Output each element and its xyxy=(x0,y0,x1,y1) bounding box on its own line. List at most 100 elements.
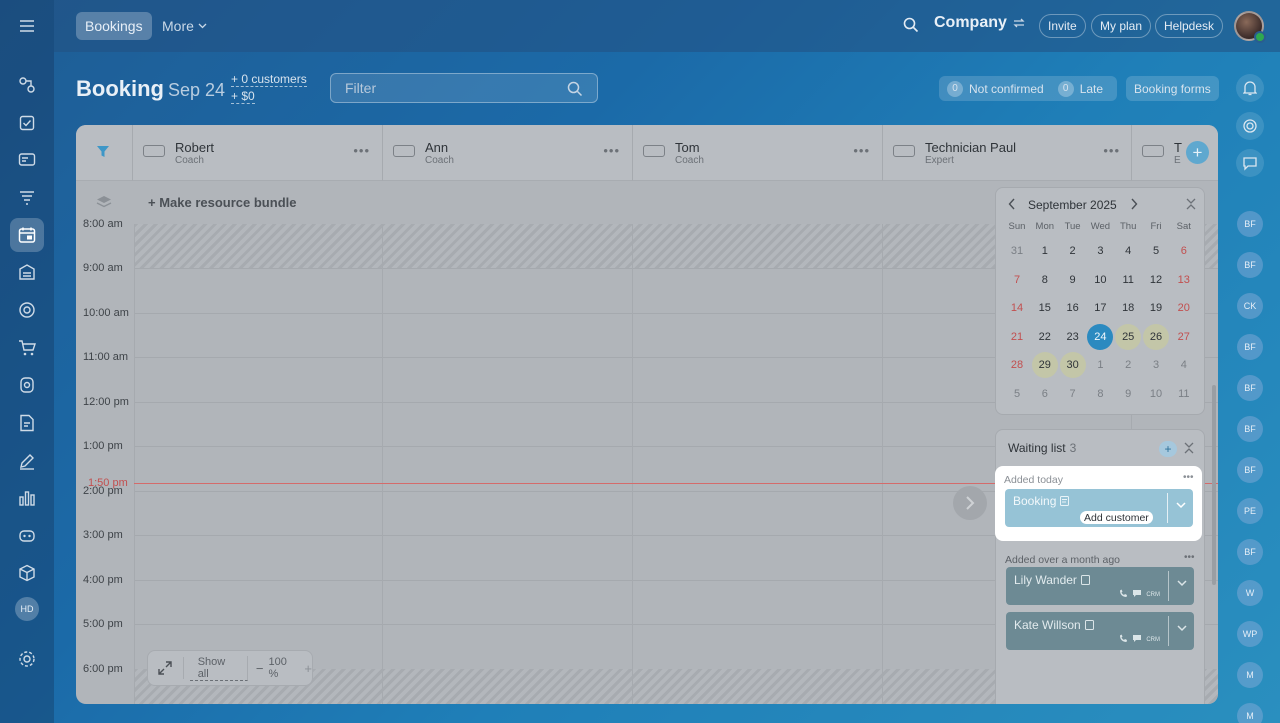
resource-column-header[interactable]: Robert Coach ••• xyxy=(132,125,382,181)
calendar-day[interactable]: 21 xyxy=(1004,324,1030,350)
notifications-bell-icon[interactable] xyxy=(1236,74,1264,102)
calendar-day[interactable]: 2 xyxy=(1060,238,1086,264)
sign-icon[interactable] xyxy=(10,444,44,478)
search-icon[interactable] xyxy=(903,17,919,33)
calendar-day[interactable]: 4 xyxy=(1171,352,1197,378)
resource-column-header[interactable]: TE xyxy=(1131,125,1182,181)
calendar-day[interactable]: 3 xyxy=(1087,238,1113,264)
calendar-day[interactable]: 2 xyxy=(1115,352,1141,378)
waiting-entry[interactable]: Lily Wander CRM xyxy=(1006,567,1194,605)
calendar-day[interactable]: 8 xyxy=(1087,381,1113,407)
add-customer-button[interactable]: Add customer xyxy=(1080,511,1153,524)
calendar-day[interactable]: 10 xyxy=(1087,267,1113,293)
invite-button[interactable]: Invite xyxy=(1039,14,1086,38)
calendar-day[interactable]: 24 xyxy=(1087,323,1114,350)
calendar-day[interactable]: 14 xyxy=(1004,295,1030,321)
tab-more[interactable]: More xyxy=(162,12,207,40)
waiting-entry[interactable]: Kate Willson CRM xyxy=(1006,612,1194,650)
robot-icon[interactable] xyxy=(10,518,44,552)
calendar-day[interactable]: 30 xyxy=(1059,352,1086,378)
calendar-day[interactable]: 7 xyxy=(1060,381,1086,407)
calendar-day[interactable]: 12 xyxy=(1143,267,1169,293)
calendar-day[interactable]: 15 xyxy=(1032,295,1058,321)
cart-icon[interactable] xyxy=(10,331,44,365)
more-dots-icon[interactable]: ••• xyxy=(1183,472,1194,483)
calendar-day[interactable]: 31 xyxy=(1004,238,1030,264)
calendar-day[interactable]: 10 xyxy=(1143,381,1169,407)
filter-input[interactable]: Filter xyxy=(330,73,598,103)
calendar-day[interactable]: 9 xyxy=(1060,267,1086,293)
zoom-out-button[interactable]: − xyxy=(256,661,264,676)
make-resource-bundle-button[interactable]: + Make resource bundle xyxy=(148,195,296,210)
calendar-day[interactable]: 7 xyxy=(1004,267,1030,293)
phone-icon[interactable] xyxy=(1119,634,1128,645)
calendar-day[interactable]: 16 xyxy=(1060,295,1086,321)
contact-avatar[interactable]: PE xyxy=(1237,498,1263,524)
filter-funnel-icon[interactable] xyxy=(96,145,110,158)
booking-waiting-entry[interactable]: Booking Add customer xyxy=(1005,489,1193,527)
contact-avatar[interactable]: BF xyxy=(1237,334,1263,360)
feed-icon[interactable] xyxy=(10,68,44,102)
calendar-day[interactable]: 29 xyxy=(1031,352,1058,378)
store-icon[interactable] xyxy=(10,255,44,289)
phone-icon[interactable] xyxy=(1119,589,1128,600)
copilot-icon[interactable] xyxy=(1236,112,1264,140)
contact-avatar[interactable]: CK xyxy=(1237,293,1263,319)
calendar-day[interactable]: 27 xyxy=(1171,324,1197,350)
more-dots-icon[interactable]: ••• xyxy=(1184,552,1195,563)
revenue-stat[interactable]: + $0 xyxy=(231,89,255,104)
contact-avatar[interactable]: M xyxy=(1237,703,1263,723)
calendar-day[interactable]: 11 xyxy=(1171,381,1197,407)
add-resource-button[interactable]: + xyxy=(1186,141,1209,164)
calendar-day[interactable]: 1 xyxy=(1032,238,1058,264)
analytics-icon[interactable] xyxy=(10,481,44,515)
chat-icon[interactable] xyxy=(1132,634,1142,645)
calendar-day[interactable]: 8 xyxy=(1032,267,1058,293)
target-icon[interactable] xyxy=(10,293,44,327)
contact-avatar[interactable]: BF xyxy=(1237,457,1263,483)
chevron-down-icon[interactable] xyxy=(1177,625,1187,632)
next-resources-button[interactable] xyxy=(953,486,987,520)
expand-icon[interactable] xyxy=(148,657,184,679)
contact-avatar[interactable]: BF xyxy=(1237,416,1263,442)
calendar-day[interactable]: 1 xyxy=(1087,352,1113,378)
contact-avatar[interactable]: BF xyxy=(1237,252,1263,278)
user-avatar[interactable] xyxy=(1234,11,1266,43)
chevron-right-icon[interactable] xyxy=(1130,198,1138,210)
chat-icon[interactable] xyxy=(1236,149,1264,177)
calendar-day[interactable]: 20 xyxy=(1171,295,1197,321)
calendar-day[interactable]: 3 xyxy=(1143,352,1169,378)
search-icon[interactable] xyxy=(567,81,583,97)
tasks-icon[interactable] xyxy=(10,106,44,140)
contact-center-icon[interactable] xyxy=(10,368,44,402)
booking-calendar-icon[interactable] xyxy=(10,218,44,252)
calendar-day[interactable]: 5 xyxy=(1143,238,1169,264)
chat-icon[interactable] xyxy=(1132,589,1142,600)
calendar-day[interactable]: 11 xyxy=(1115,267,1141,293)
chevron-down-icon[interactable] xyxy=(1176,502,1186,509)
collapse-icon[interactable] xyxy=(1184,442,1194,454)
booking-forms-button[interactable]: Booking forms xyxy=(1126,76,1219,101)
settings-gear-icon[interactable] xyxy=(10,642,44,676)
filter-funnel-icon[interactable] xyxy=(10,181,44,215)
calendar-day[interactable]: 19 xyxy=(1143,295,1169,321)
my-plan-button[interactable]: My plan xyxy=(1091,14,1152,38)
documents-icon[interactable] xyxy=(10,406,44,440)
resource-column-header[interactable]: Ann Coach ••• xyxy=(382,125,632,181)
crm-badge[interactable]: CRM xyxy=(1146,592,1160,598)
more-dots-icon[interactable]: ••• xyxy=(353,143,370,158)
company-switcher[interactable]: Company xyxy=(934,14,1025,32)
calendar-day[interactable]: 26 xyxy=(1143,323,1169,350)
contact-avatar[interactable]: WP xyxy=(1237,621,1263,647)
page-date[interactable]: Sep 24 xyxy=(168,80,225,101)
tab-bookings[interactable]: Bookings xyxy=(76,12,152,40)
calendar-day[interactable]: 13 xyxy=(1171,267,1197,293)
contact-avatar[interactable]: M xyxy=(1237,662,1263,688)
chevron-left-icon[interactable] xyxy=(1008,198,1016,210)
hd-workspace-item[interactable]: HD xyxy=(10,592,44,626)
add-waiting-entry-button[interactable]: + xyxy=(1159,441,1177,457)
contact-avatar[interactable]: W xyxy=(1237,580,1263,606)
late-filter[interactable]: Late xyxy=(1080,82,1103,96)
crm-icon[interactable] xyxy=(10,143,44,177)
calendar-day[interactable]: 25 xyxy=(1115,323,1142,350)
